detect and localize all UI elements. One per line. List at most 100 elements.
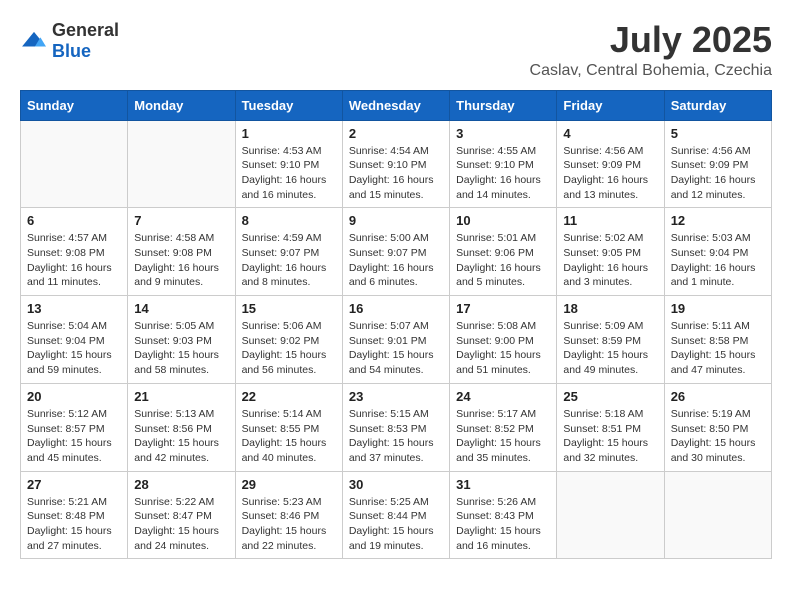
calendar-day-cell: 5 Sunrise: 4:56 AM Sunset: 9:09 PM Daylig…	[664, 120, 771, 208]
day-number: 23	[349, 389, 443, 404]
calendar-day-cell: 18 Sunrise: 5:09 AM Sunset: 8:59 PM Dayli…	[557, 296, 664, 384]
day-number: 12	[671, 213, 765, 228]
day-info: Sunrise: 5:11 AM Sunset: 8:58 PM Dayligh…	[671, 319, 765, 378]
day-number: 22	[242, 389, 336, 404]
day-info: Sunrise: 5:25 AM Sunset: 8:44 PM Dayligh…	[349, 495, 443, 554]
calendar-day-cell: 19 Sunrise: 5:11 AM Sunset: 8:58 PM Dayli…	[664, 296, 771, 384]
calendar-day-cell	[21, 120, 128, 208]
logo-icon	[20, 30, 48, 52]
calendar-day-cell: 28 Sunrise: 5:22 AM Sunset: 8:47 PM Dayli…	[128, 471, 235, 559]
day-info: Sunrise: 5:17 AM Sunset: 8:52 PM Dayligh…	[456, 407, 550, 466]
day-info: Sunrise: 5:02 AM Sunset: 9:05 PM Dayligh…	[563, 231, 657, 290]
calendar-day-cell: 24 Sunrise: 5:17 AM Sunset: 8:52 PM Dayli…	[450, 383, 557, 471]
day-number: 18	[563, 301, 657, 316]
day-number: 11	[563, 213, 657, 228]
calendar-day-cell: 1 Sunrise: 4:53 AM Sunset: 9:10 PM Daylig…	[235, 120, 342, 208]
day-number: 26	[671, 389, 765, 404]
calendar-day-cell: 20 Sunrise: 5:12 AM Sunset: 8:57 PM Dayli…	[21, 383, 128, 471]
calendar-header-row: SundayMondayTuesdayWednesdayThursdayFrid…	[21, 90, 772, 120]
day-info: Sunrise: 5:07 AM Sunset: 9:01 PM Dayligh…	[349, 319, 443, 378]
day-info: Sunrise: 5:14 AM Sunset: 8:55 PM Dayligh…	[242, 407, 336, 466]
day-number: 6	[27, 213, 121, 228]
day-info: Sunrise: 4:54 AM Sunset: 9:10 PM Dayligh…	[349, 144, 443, 203]
location-title: Caslav, Central Bohemia, Czechia	[530, 62, 772, 80]
day-number: 5	[671, 126, 765, 141]
day-info: Sunrise: 5:00 AM Sunset: 9:07 PM Dayligh…	[349, 231, 443, 290]
day-info: Sunrise: 5:21 AM Sunset: 8:48 PM Dayligh…	[27, 495, 121, 554]
calendar-week-row: 1 Sunrise: 4:53 AM Sunset: 9:10 PM Daylig…	[21, 120, 772, 208]
calendar-day-cell: 15 Sunrise: 5:06 AM Sunset: 9:02 PM Dayli…	[235, 296, 342, 384]
weekday-header: Friday	[557, 90, 664, 120]
weekday-header: Tuesday	[235, 90, 342, 120]
calendar-day-cell	[557, 471, 664, 559]
weekday-header: Monday	[128, 90, 235, 120]
day-number: 15	[242, 301, 336, 316]
day-number: 8	[242, 213, 336, 228]
title-block: July 2025 Caslav, Central Bohemia, Czech…	[530, 20, 772, 80]
day-number: 16	[349, 301, 443, 316]
day-info: Sunrise: 5:18 AM Sunset: 8:51 PM Dayligh…	[563, 407, 657, 466]
day-number: 19	[671, 301, 765, 316]
day-number: 1	[242, 126, 336, 141]
logo: General Blue	[20, 20, 119, 62]
weekday-header: Thursday	[450, 90, 557, 120]
day-info: Sunrise: 5:23 AM Sunset: 8:46 PM Dayligh…	[242, 495, 336, 554]
day-number: 25	[563, 389, 657, 404]
day-info: Sunrise: 5:09 AM Sunset: 8:59 PM Dayligh…	[563, 319, 657, 378]
calendar-day-cell: 10 Sunrise: 5:01 AM Sunset: 9:06 PM Dayli…	[450, 208, 557, 296]
calendar-day-cell: 21Sunrise: 5:13 AM Sunset: 8:56 PM Dayli…	[128, 383, 235, 471]
day-info: Sunrise: 4:55 AM Sunset: 9:10 PM Dayligh…	[456, 144, 550, 203]
calendar-day-cell: 9Sunrise: 5:00 AM Sunset: 9:07 PM Daylig…	[342, 208, 449, 296]
day-info: Sunrise: 5:06 AM Sunset: 9:02 PM Dayligh…	[242, 319, 336, 378]
day-info: Sunrise: 4:56 AM Sunset: 9:09 PM Dayligh…	[671, 144, 765, 203]
calendar-week-row: 6Sunrise: 4:57 AM Sunset: 9:08 PM Daylig…	[21, 208, 772, 296]
calendar-week-row: 13 Sunrise: 5:04 AM Sunset: 9:04 PM Dayli…	[21, 296, 772, 384]
day-info: Sunrise: 4:53 AM Sunset: 9:10 PM Dayligh…	[242, 144, 336, 203]
day-number: 13	[27, 301, 121, 316]
calendar-day-cell: 17 Sunrise: 5:08 AM Sunset: 9:00 PM Dayli…	[450, 296, 557, 384]
calendar-week-row: 20 Sunrise: 5:12 AM Sunset: 8:57 PM Dayli…	[21, 383, 772, 471]
calendar-day-cell: 7Sunrise: 4:58 AM Sunset: 9:08 PM Daylig…	[128, 208, 235, 296]
calendar-day-cell: 23Sunrise: 5:15 AM Sunset: 8:53 PM Dayli…	[342, 383, 449, 471]
day-info: Sunrise: 5:05 AM Sunset: 9:03 PM Dayligh…	[134, 319, 228, 378]
logo-general: General	[52, 20, 119, 40]
day-number: 17	[456, 301, 550, 316]
day-number: 20	[27, 389, 121, 404]
day-number: 27	[27, 477, 121, 492]
calendar-day-cell: 22 Sunrise: 5:14 AM Sunset: 8:55 PM Dayli…	[235, 383, 342, 471]
day-number: 2	[349, 126, 443, 141]
day-info: Sunrise: 5:26 AM Sunset: 8:43 PM Dayligh…	[456, 495, 550, 554]
day-info: Sunrise: 5:01 AM Sunset: 9:06 PM Dayligh…	[456, 231, 550, 290]
day-info: Sunrise: 5:04 AM Sunset: 9:04 PM Dayligh…	[27, 319, 121, 378]
calendar-day-cell: 2 Sunrise: 4:54 AM Sunset: 9:10 PM Daylig…	[342, 120, 449, 208]
calendar-day-cell: 16 Sunrise: 5:07 AM Sunset: 9:01 PM Dayli…	[342, 296, 449, 384]
calendar-day-cell: 12 Sunrise: 5:03 AM Sunset: 9:04 PM Dayli…	[664, 208, 771, 296]
month-title: July 2025	[530, 20, 772, 60]
day-number: 10	[456, 213, 550, 228]
calendar-day-cell: 30 Sunrise: 5:25 AM Sunset: 8:44 PM Dayli…	[342, 471, 449, 559]
calendar-day-cell: 31Sunrise: 5:26 AM Sunset: 8:43 PM Dayli…	[450, 471, 557, 559]
calendar-day-cell: 13 Sunrise: 5:04 AM Sunset: 9:04 PM Dayli…	[21, 296, 128, 384]
calendar-day-cell: 26Sunrise: 5:19 AM Sunset: 8:50 PM Dayli…	[664, 383, 771, 471]
day-number: 29	[242, 477, 336, 492]
page-header: General Blue July 2025 Caslav, Central B…	[20, 20, 772, 80]
calendar-day-cell	[664, 471, 771, 559]
logo-blue: Blue	[52, 41, 91, 61]
weekday-header: Wednesday	[342, 90, 449, 120]
calendar-day-cell: 14Sunrise: 5:05 AM Sunset: 9:03 PM Dayli…	[128, 296, 235, 384]
calendar-day-cell	[128, 120, 235, 208]
day-number: 30	[349, 477, 443, 492]
day-info: Sunrise: 4:56 AM Sunset: 9:09 PM Dayligh…	[563, 144, 657, 203]
calendar-week-row: 27 Sunrise: 5:21 AM Sunset: 8:48 PM Dayli…	[21, 471, 772, 559]
day-number: 28	[134, 477, 228, 492]
day-number: 24	[456, 389, 550, 404]
day-number: 7	[134, 213, 228, 228]
day-info: Sunrise: 5:08 AM Sunset: 9:00 PM Dayligh…	[456, 319, 550, 378]
day-info: Sunrise: 5:22 AM Sunset: 8:47 PM Dayligh…	[134, 495, 228, 554]
calendar-day-cell: 3Sunrise: 4:55 AM Sunset: 9:10 PM Daylig…	[450, 120, 557, 208]
day-info: Sunrise: 5:03 AM Sunset: 9:04 PM Dayligh…	[671, 231, 765, 290]
calendar-day-cell: 6Sunrise: 4:57 AM Sunset: 9:08 PM Daylig…	[21, 208, 128, 296]
weekday-header: Sunday	[21, 90, 128, 120]
day-info: Sunrise: 5:12 AM Sunset: 8:57 PM Dayligh…	[27, 407, 121, 466]
calendar-day-cell: 8Sunrise: 4:59 AM Sunset: 9:07 PM Daylig…	[235, 208, 342, 296]
